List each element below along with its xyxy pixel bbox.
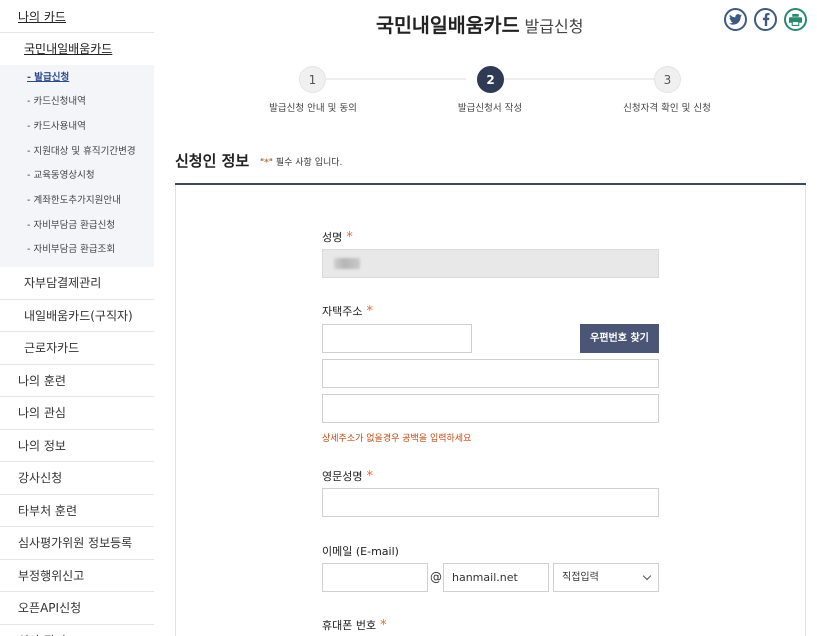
required-note-text: " 필수 사항 입니다. <box>268 158 343 168</box>
email-id-input[interactable] <box>322 563 428 592</box>
required-note: "*" 필수 사항 입니다. <box>260 155 342 168</box>
sidebar-item-review-management[interactable]: 심사 관리 <box>0 625 154 636</box>
share-icons <box>724 8 807 31</box>
email-label: 이메일 (E-mail) <box>322 545 399 558</box>
name-field <box>322 249 659 278</box>
sidebar-nested-list: - 발급신청 - 카드신청내역 - 카드사용내역 - 지원대상 및 휴직기간변경… <box>0 64 154 267</box>
email-domain-input[interactable]: hanmail.net <box>443 563 549 592</box>
postcode-input[interactable] <box>322 324 472 353</box>
page-title: 국민내일배움카드 발급신청 <box>376 9 583 38</box>
required-mark: * <box>380 618 387 633</box>
step-connector <box>326 78 466 80</box>
sidebar-item-open-api[interactable]: 오픈API신청 <box>0 592 154 625</box>
chevron-down-icon <box>642 571 652 581</box>
sidebar-item-card-applications[interactable]: - 카드신청내역 <box>0 90 154 115</box>
sidebar-item-my-card[interactable]: 나의 카드 <box>0 0 154 33</box>
step-2-label: 발급신청서 작성 <box>457 103 523 114</box>
sidebar-item-jobseeker-card[interactable]: 내일배움카드(구직자) <box>0 300 154 332</box>
sidebar-item-card-usage[interactable]: - 카드사용내역 <box>0 115 154 140</box>
address-label-text: 자택주소 <box>322 305 363 318</box>
email-at-sign: @ <box>430 570 442 584</box>
address-detail-input[interactable] <box>322 394 659 423</box>
step-indicator: 1 2 3 발급신청 안내 및 동의 발급신청서 작성 신청자격 확인 및 신청 <box>258 66 728 116</box>
name-label: 성명 * <box>322 229 353 245</box>
required-mark: * <box>366 469 373 484</box>
sidebar-item-refund-apply[interactable]: - 자비부담금 환급신청 <box>0 214 154 239</box>
phone-label: 휴대폰 번호 * <box>322 617 387 633</box>
facebook-icon[interactable] <box>754 8 777 31</box>
required-mark: * <box>346 230 353 245</box>
sidebar-item-evaluator-register[interactable]: 심사평가위원 정보등록 <box>0 527 154 560</box>
page-title-sub: 발급신청 <box>524 17 584 36</box>
sidebar-item-eligibility-change[interactable]: - 지원대상 및 휴직기간변경 <box>0 140 154 165</box>
email-domain-select[interactable]: 직접입력 <box>553 563 659 592</box>
sidebar: 나의 카드 국민내일배움카드 - 발급신청 - 카드신청내역 - 카드사용내역 … <box>0 0 154 636</box>
sidebar-item-account-limit[interactable]: - 계좌한도추가지원안내 <box>0 189 154 214</box>
sidebar-item-other-ministry-training[interactable]: 타부처 훈련 <box>0 495 154 527</box>
step-1-label: 발급신청 안내 및 동의 <box>269 103 357 114</box>
print-icon[interactable] <box>784 8 807 31</box>
masked-name <box>334 258 360 269</box>
address-label: 자택주소 * <box>322 303 373 319</box>
sidebar-item-refund-inquiry[interactable]: - 자비부담금 환급조회 <box>0 238 154 263</box>
email-domain-select-value: 직접입력 <box>562 572 599 583</box>
sidebar-item-my-interest[interactable]: 나의 관심 <box>0 397 154 430</box>
sidebar-item-apply[interactable]: - 발급신청 <box>0 66 154 91</box>
sidebar-item-my-training[interactable]: 나의 훈련 <box>0 365 154 397</box>
step-3-label: 신청자격 확인 및 신청 <box>623 103 711 114</box>
sidebar-item-instructor-apply[interactable]: 강사신청 <box>0 462 154 495</box>
twitter-icon[interactable] <box>724 8 747 31</box>
eng-name-label: 영문성명 * <box>322 468 373 484</box>
phone-label-text: 휴대폰 번호 <box>322 619 377 632</box>
step-1-circle: 1 <box>299 66 326 93</box>
sidebar-item-misconduct-report[interactable]: 부정행위신고 <box>0 560 154 592</box>
step-2-circle: 2 <box>477 66 504 93</box>
eng-name-input[interactable] <box>322 488 659 517</box>
sidebar-item-self-payment[interactable]: 자부담결제관리 <box>0 267 154 300</box>
sidebar-item-education-video[interactable]: - 교육동영상시청 <box>0 164 154 189</box>
sidebar-item-my-info[interactable]: 나의 정보 <box>0 430 154 462</box>
step-3-circle: 3 <box>654 66 681 93</box>
required-mark: * <box>366 304 373 319</box>
address-warning: 상세주소가 없을경우 공백을 입력하세요 <box>322 434 472 444</box>
sidebar-item-national-card[interactable]: 국민내일배움카드 <box>0 33 154 65</box>
address-input[interactable] <box>322 359 659 388</box>
page-title-main: 국민내일배움카드 <box>376 14 520 37</box>
eng-name-label-text: 영문성명 <box>322 470 363 483</box>
step-connector <box>504 78 654 80</box>
section-title: 신청인 정보 <box>175 152 250 170</box>
sidebar-item-worker-card[interactable]: 근로자카드 <box>0 332 154 365</box>
postcode-search-button[interactable]: 우편번호 찾기 <box>580 324 659 353</box>
name-label-text: 성명 <box>322 231 343 244</box>
